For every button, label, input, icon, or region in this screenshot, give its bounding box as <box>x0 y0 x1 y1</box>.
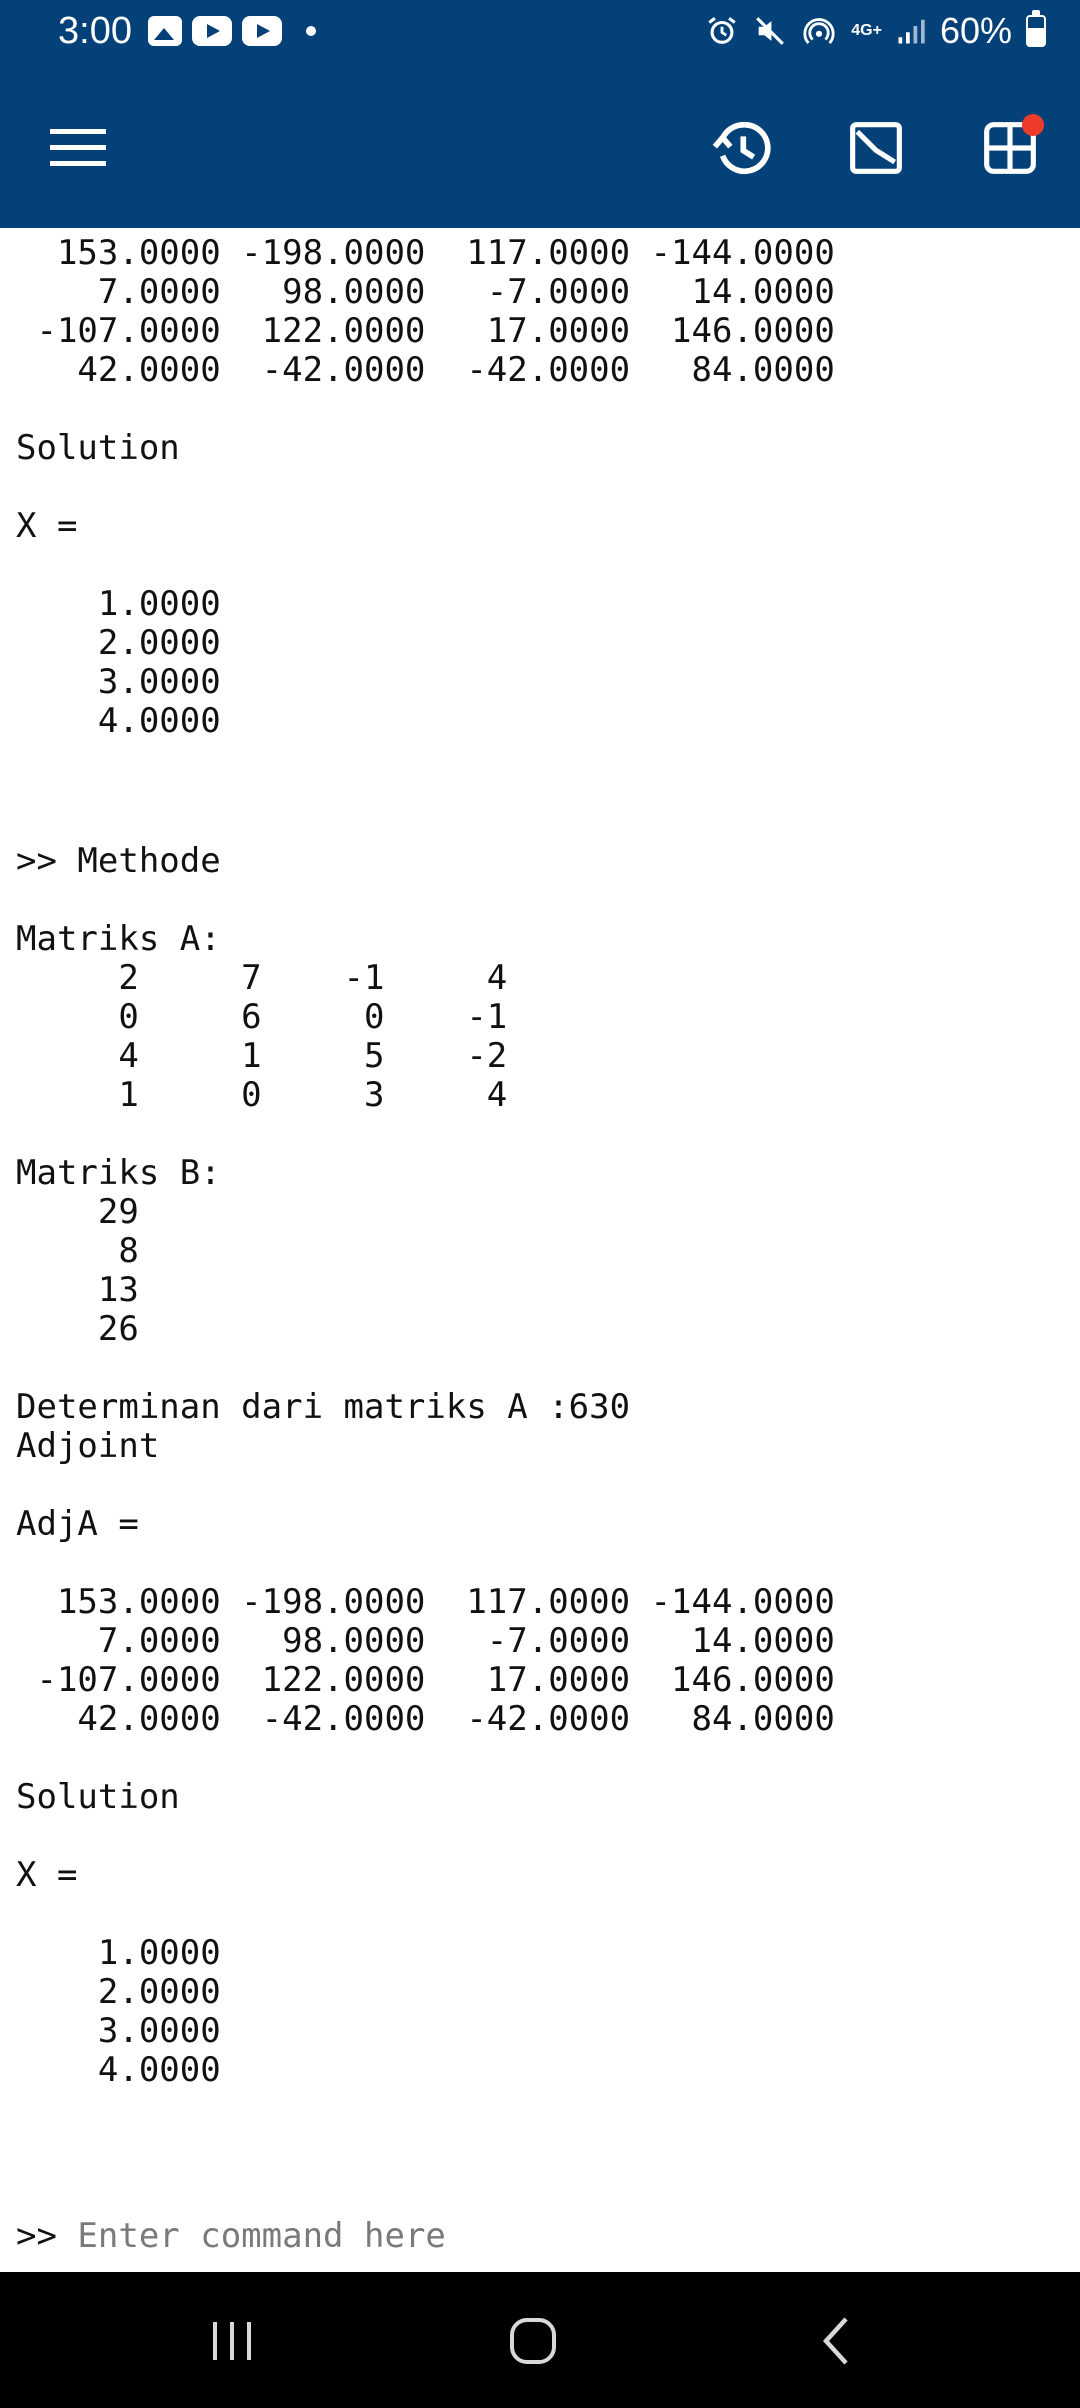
youtube-icon <box>192 16 232 46</box>
system-nav-bar <box>0 2272 1080 2408</box>
command-input[interactable] <box>77 2216 1056 2256</box>
mute-icon <box>756 17 785 45</box>
hamburger-icon <box>50 129 106 166</box>
command-window[interactable]: 153.0000 -198.0000 117.0000 -144.0000 7.… <box>0 228 1080 2272</box>
youtube-icon <box>242 16 282 46</box>
status-right-icons: 4G+ 60% <box>705 10 1046 52</box>
battery-text: 60% <box>939 10 1012 51</box>
plot-icon <box>850 122 902 174</box>
recents-icon <box>213 2322 251 2360</box>
back-icon <box>822 2317 848 2365</box>
4g-icon: 4G+ <box>851 22 882 39</box>
history-button[interactable] <box>702 108 782 188</box>
console-output-previous: 153.0000 -198.0000 117.0000 -144.0000 7.… <box>16 233 835 741</box>
command-prompt: >> <box>16 2216 78 2256</box>
signal-icon <box>898 19 925 44</box>
app-toolbar <box>0 70 1080 228</box>
history-icon <box>712 121 771 175</box>
console-output: >> Methode Matriks A: 2 7 -1 4 0 6 0 -1 … <box>16 841 835 2090</box>
hotspot-icon <box>803 18 835 44</box>
back-button[interactable] <box>793 2306 883 2376</box>
status-time: 3:00 <box>58 10 132 52</box>
dot-icon <box>306 26 316 36</box>
alarm-icon <box>708 17 736 44</box>
menu-button[interactable] <box>38 108 118 188</box>
notification-badge <box>1022 114 1044 136</box>
battery-icon <box>1026 10 1046 47</box>
plot-button[interactable] <box>836 108 916 188</box>
status-bar: 3:00 4G+ 60% <box>0 0 1080 70</box>
gallery-icon <box>148 16 182 46</box>
home-icon <box>510 2318 556 2364</box>
home-button[interactable] <box>488 2306 578 2376</box>
workspace-button[interactable] <box>970 108 1050 188</box>
command-line: >> <box>16 2214 1056 2258</box>
recents-button[interactable] <box>187 2306 277 2376</box>
status-left-icons <box>148 16 316 46</box>
